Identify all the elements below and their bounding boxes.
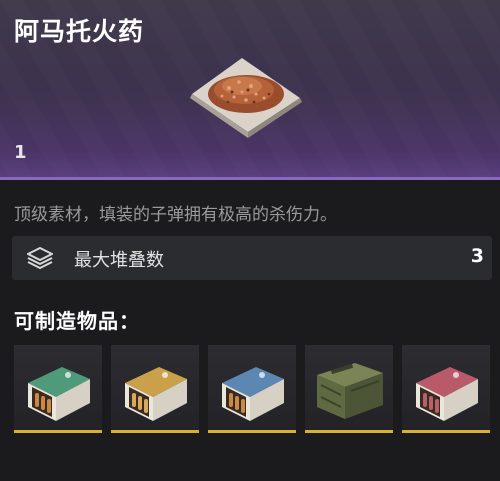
craftable-item-military-crate[interactable]	[305, 345, 393, 433]
military-crate-icon	[317, 363, 383, 419]
craftable-item-blue-ammo[interactable]	[208, 345, 296, 433]
item-quantity: 1	[14, 142, 27, 163]
yellow-ammo-box-icon	[125, 367, 187, 421]
item-description: 顶级素材，填装的子弹拥有极高的杀伤力。	[14, 205, 337, 225]
green-ammo-box-icon	[28, 367, 90, 421]
layers-icon	[27, 247, 53, 269]
item-name: 阿马托火药	[14, 17, 145, 46]
craftable-items-title: 可制造物品：	[14, 309, 140, 333]
craftable-item-red-ammo[interactable]	[402, 345, 490, 433]
max-stack-row: 最大堆叠数 3	[12, 236, 492, 280]
max-stack-label: 最大堆叠数	[74, 250, 164, 271]
craftable-item-green-ammo[interactable]	[14, 345, 102, 433]
blue-ammo-box-icon	[222, 367, 284, 421]
gunpowder-pile-icon	[190, 58, 302, 138]
max-stack-value: 3	[470, 245, 484, 267]
item-header: 阿马托火药 1	[0, 0, 500, 180]
red-ammo-box-icon	[416, 367, 478, 421]
craftable-item-yellow-ammo[interactable]	[111, 345, 199, 433]
craftable-items-list	[14, 345, 492, 435]
